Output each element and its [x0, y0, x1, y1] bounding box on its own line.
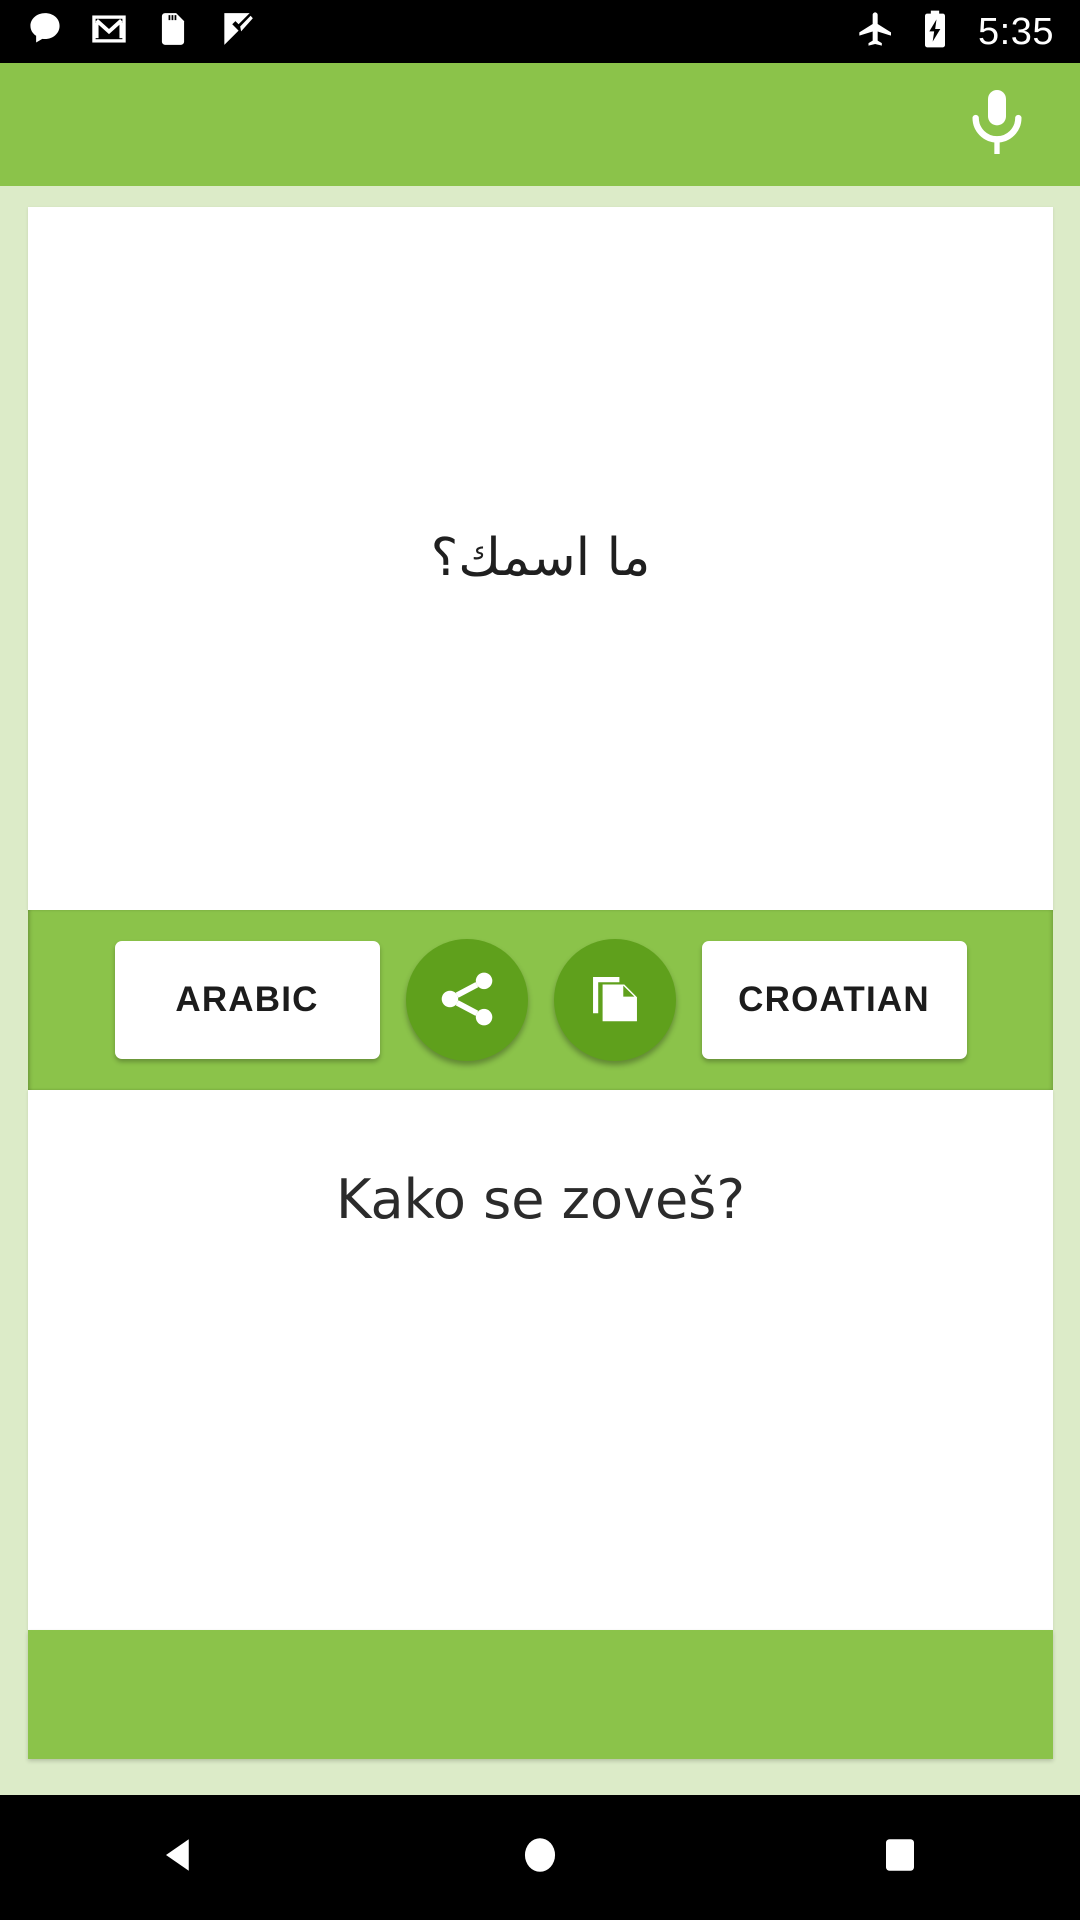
recents-square-icon — [879, 1834, 921, 1881]
back-button[interactable] — [105, 1795, 255, 1920]
target-language-button[interactable]: CROATIAN — [701, 941, 967, 1059]
share-button[interactable] — [405, 939, 528, 1061]
airplane-mode-icon — [856, 9, 896, 54]
target-text-panel[interactable]: Kako se zoveš? — [28, 1090, 1053, 1630]
status-bar-clock: 5:35 — [978, 10, 1054, 53]
battery-charging-icon — [918, 9, 952, 54]
translation-card: ما اسمك؟ ARABIC CROATIAN Kako se zoveš? — [28, 207, 1053, 1759]
recents-button[interactable] — [825, 1795, 975, 1920]
status-bar-right-icons: 5:35 — [856, 9, 1054, 54]
microphone-button[interactable] — [954, 82, 1040, 168]
source-text: ما اسمك؟ — [430, 527, 651, 588]
home-circle-icon — [519, 1834, 561, 1881]
microphone-icon — [957, 82, 1037, 167]
status-bar-left-icons — [26, 10, 256, 53]
home-button[interactable] — [465, 1795, 615, 1920]
status-bar: 5:35 — [0, 0, 1080, 63]
source-language-label: ARABIC — [175, 980, 319, 1019]
app-bar — [0, 63, 1080, 186]
android-navigation-bar — [0, 1795, 1080, 1920]
copy-icon — [584, 968, 646, 1033]
bottom-green-strip — [28, 1630, 1053, 1759]
copy-button[interactable] — [553, 939, 676, 1061]
action-bar: ARABIC CROATIAN — [28, 910, 1053, 1090]
target-language-label: CROATIAN — [738, 980, 930, 1019]
gmail-icon — [90, 10, 128, 53]
tasks-check-icon — [218, 10, 256, 53]
sd-card-icon — [154, 10, 192, 53]
source-text-panel[interactable]: ما اسمك؟ — [28, 207, 1053, 910]
source-language-button[interactable]: ARABIC — [114, 941, 380, 1059]
back-triangle-icon — [159, 1834, 201, 1881]
phone-screen: 5:35 ما اسمك؟ ARABIC CROATIAN Kako se zo… — [0, 0, 1080, 1920]
target-text: Kako se zoveš? — [336, 1168, 745, 1231]
messages-icon — [26, 10, 64, 53]
share-icon — [434, 966, 500, 1035]
